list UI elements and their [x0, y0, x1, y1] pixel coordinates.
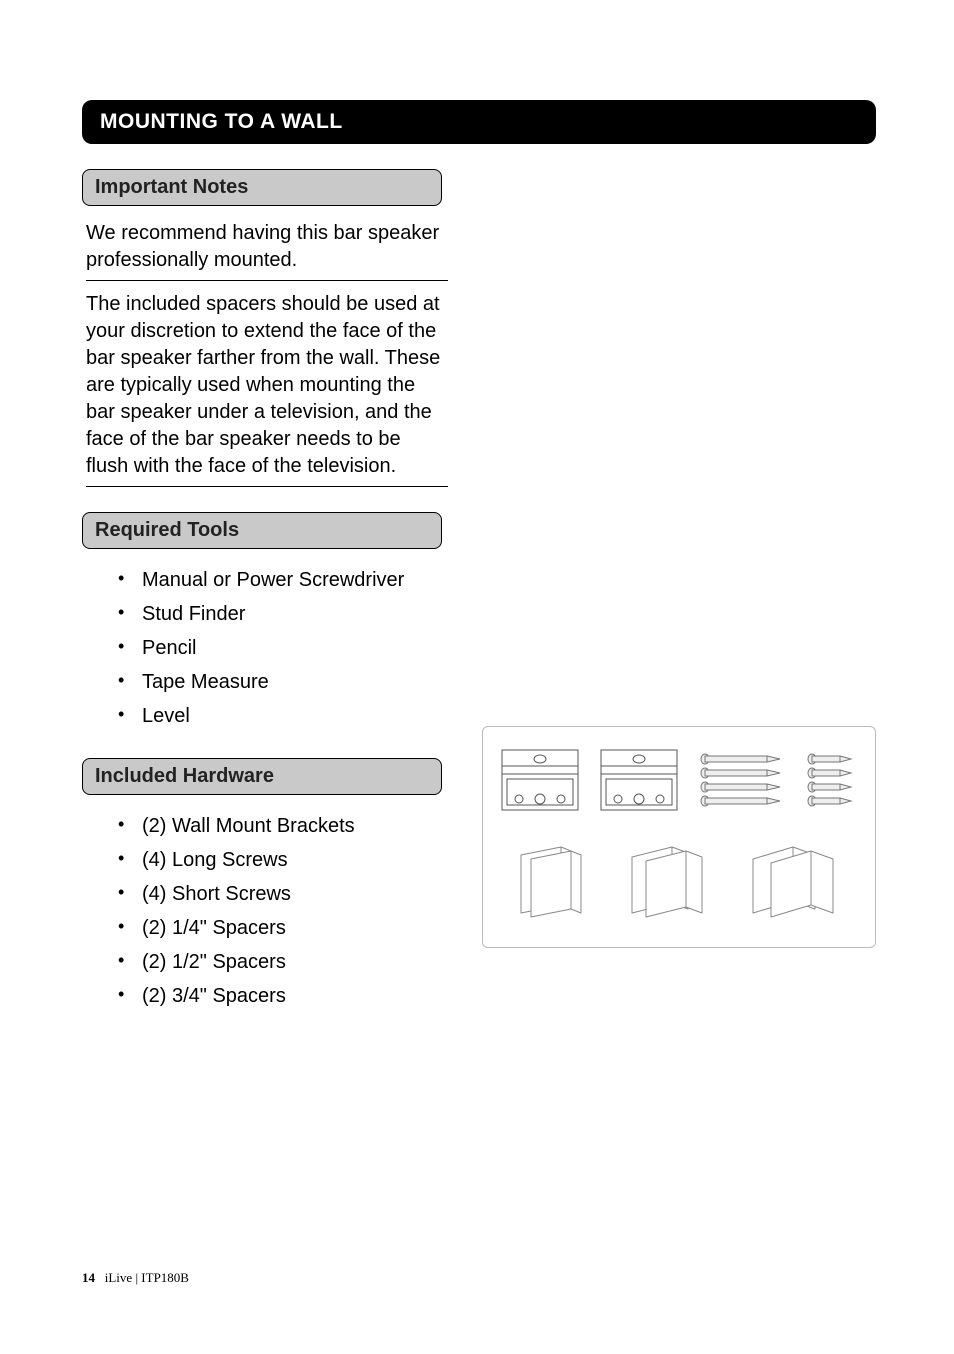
list-item: (2) 3/4" Spacers — [118, 979, 452, 1013]
footer-model: ITP180B — [141, 1270, 189, 1285]
list-item-label: (2) Wall Mount Brackets — [142, 815, 355, 837]
important-notes-body: We recommend having this bar speaker pro… — [82, 220, 452, 487]
list-item-label: (2) 1/2" Spacers — [142, 951, 286, 973]
list-item: (2) Wall Mount Brackets — [118, 809, 452, 843]
included-hardware-list: (2) Wall Mount Brackets (4) Long Screws … — [82, 809, 452, 1013]
important-notes-para1: We recommend having this bar speaker pro… — [86, 220, 448, 274]
required-tools-heading: Required Tools — [82, 512, 442, 549]
spacer-quarter-icon — [509, 845, 595, 923]
list-item-label: Level — [142, 705, 190, 727]
list-item-label: (2) 1/4" Spacers — [142, 917, 286, 939]
important-notes-heading-text: Important Notes — [95, 176, 248, 198]
list-item: (4) Long Screws — [118, 843, 452, 877]
note-divider — [86, 486, 448, 487]
page-footer: 14 iLive | ITP180B — [82, 1270, 189, 1286]
list-item: Pencil — [118, 631, 452, 665]
footer-brand: iLive — [105, 1270, 132, 1285]
list-item: Manual or Power Screwdriver — [118, 563, 452, 597]
short-screw-set-icon — [807, 752, 857, 808]
list-item-label: Pencil — [142, 637, 196, 659]
spacer-three-quarter-icon — [745, 845, 849, 923]
list-item: (4) Short Screws — [118, 877, 452, 911]
required-tools-heading-text: Required Tools — [95, 519, 239, 541]
wall-mount-bracket-icon — [501, 749, 579, 811]
list-item: Tape Measure — [118, 665, 452, 699]
section-title-bar: MOUNTING TO A WALL — [82, 100, 876, 144]
list-item: Level — [118, 699, 452, 733]
list-item-label: (4) Long Screws — [142, 849, 288, 871]
list-item-label: Stud Finder — [142, 603, 245, 625]
list-item-label: Tape Measure — [142, 671, 269, 693]
spacer-half-icon — [622, 845, 718, 923]
important-notes-para2: The included spacers should be used at y… — [86, 291, 448, 480]
important-notes-heading: Important Notes — [82, 169, 442, 206]
list-item: Stud Finder — [118, 597, 452, 631]
list-item: (2) 1/4" Spacers — [118, 911, 452, 945]
wall-mount-bracket-icon — [600, 749, 678, 811]
section-title-text: MOUNTING TO A WALL — [100, 110, 343, 133]
list-item-label: (2) 3/4" Spacers — [142, 985, 286, 1007]
hardware-illustration — [482, 726, 876, 948]
included-hardware-heading: Included Hardware — [82, 758, 442, 795]
list-item: (2) 1/2" Spacers — [118, 945, 452, 979]
footer-sep: | — [132, 1270, 141, 1285]
long-screw-set-icon — [700, 752, 786, 808]
footer-page-number: 14 — [82, 1270, 95, 1285]
note-divider — [86, 280, 448, 281]
list-item-label: Manual or Power Screwdriver — [142, 569, 404, 591]
required-tools-list: Manual or Power Screwdriver Stud Finder … — [82, 563, 452, 733]
list-item-label: (4) Short Screws — [142, 883, 291, 905]
included-hardware-heading-text: Included Hardware — [95, 765, 274, 787]
